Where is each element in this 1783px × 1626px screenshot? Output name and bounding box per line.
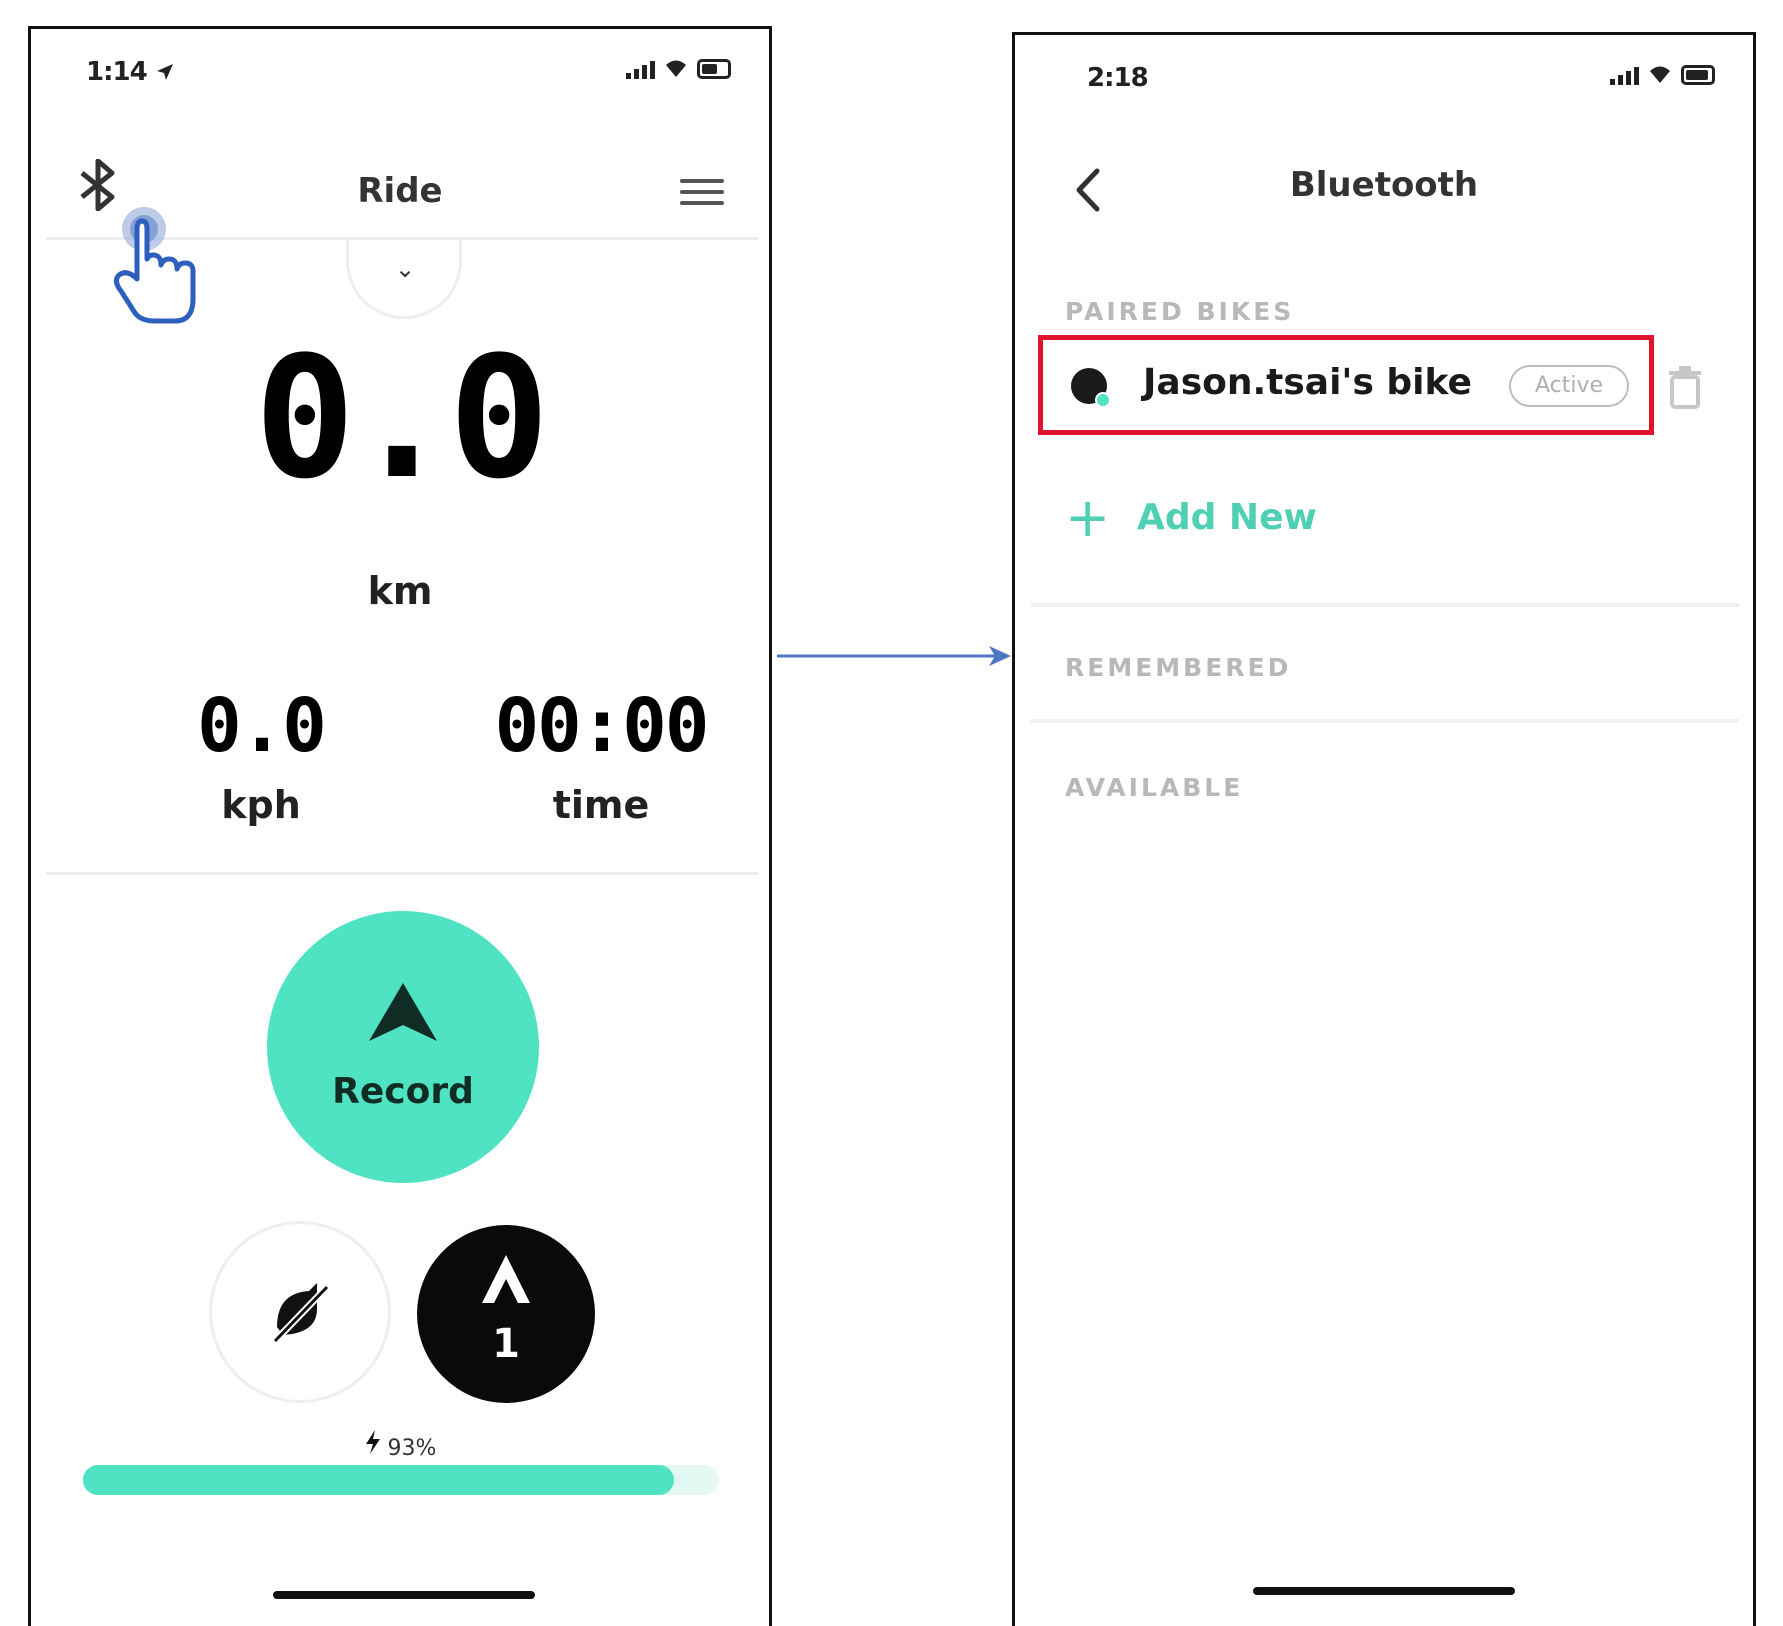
battery-progress-bar [83, 1465, 719, 1495]
battery-percent: 93% [387, 1436, 437, 1461]
tap-hand-icon [113, 207, 196, 324]
remembered-heading: REMEMBERED [1065, 653, 1292, 682]
ride-screen: 1:14 Ride ⌄ 0.0 km 0.0 kph 00:00 time Re… [28, 26, 772, 1626]
plus-icon: + [1065, 486, 1111, 549]
location-arrow-icon [156, 64, 173, 80]
status-icons [1610, 63, 1715, 85]
flow-arrow [777, 646, 1011, 666]
trash-icon[interactable] [1665, 365, 1705, 409]
battery-icon [1681, 65, 1715, 85]
distance-unit: km [367, 569, 433, 613]
bluetooth-screen: 2:18 Bluetooth PAIRED BIKES Jason.tsai's… [1012, 32, 1756, 1626]
bike-avatar [1071, 368, 1111, 408]
available-heading: AVAILABLE [1065, 773, 1244, 802]
stats-divider [45, 872, 759, 875]
connected-dot [1095, 392, 1111, 408]
bike-name: Jason.tsai's bike [1143, 362, 1472, 403]
wifi-icon [1650, 66, 1670, 83]
add-new-label: Add New [1137, 497, 1317, 538]
status-badge: Active [1509, 365, 1629, 407]
expand-tab[interactable]: ⌄ [346, 239, 462, 319]
speed-stat: 0.0 kph [131, 689, 391, 827]
section-divider [1031, 603, 1739, 607]
signal-icon [626, 61, 655, 79]
speed-value: 0.0 [197, 683, 327, 769]
status-icons [626, 57, 731, 79]
assist-level-number: 1 [492, 1321, 520, 1367]
speed-unit: kph [221, 783, 301, 827]
page-title: Bluetooth [1289, 165, 1479, 205]
assist-off-button[interactable] [209, 1221, 391, 1403]
assist-off-icon [272, 1283, 330, 1344]
navigation-arrow-icon [369, 983, 437, 1041]
assist-icon [482, 1255, 530, 1303]
paired-bike-item[interactable]: Jason.tsai's bike Active [1038, 335, 1654, 435]
distance-value: 0.0 [254, 320, 549, 516]
home-indicator[interactable] [1253, 1587, 1515, 1595]
menu-icon[interactable] [680, 179, 724, 212]
home-indicator[interactable] [273, 1591, 535, 1599]
paired-bikes-heading: PAIRED BIKES [1065, 297, 1295, 326]
chevron-down-icon: ⌄ [395, 255, 416, 283]
assist-level-button[interactable]: 1 [417, 1225, 595, 1403]
time-value: 00:00 [494, 683, 710, 769]
record-label: Record [332, 1071, 474, 1112]
time-unit: time [552, 783, 650, 827]
record-button[interactable]: Record [267, 911, 539, 1183]
battery-icon [697, 59, 731, 79]
status-time: 2:18 [1087, 63, 1149, 93]
bolt-icon [365, 1430, 380, 1454]
status-time: 1:14 [86, 57, 175, 87]
battery-indicator: 93% [31, 1429, 769, 1461]
time-stat: 00:00 time [431, 689, 771, 827]
battery-progress-fill [83, 1465, 675, 1495]
section-divider [1031, 719, 1739, 723]
signal-icon [1610, 67, 1639, 85]
wifi-icon [666, 60, 686, 77]
